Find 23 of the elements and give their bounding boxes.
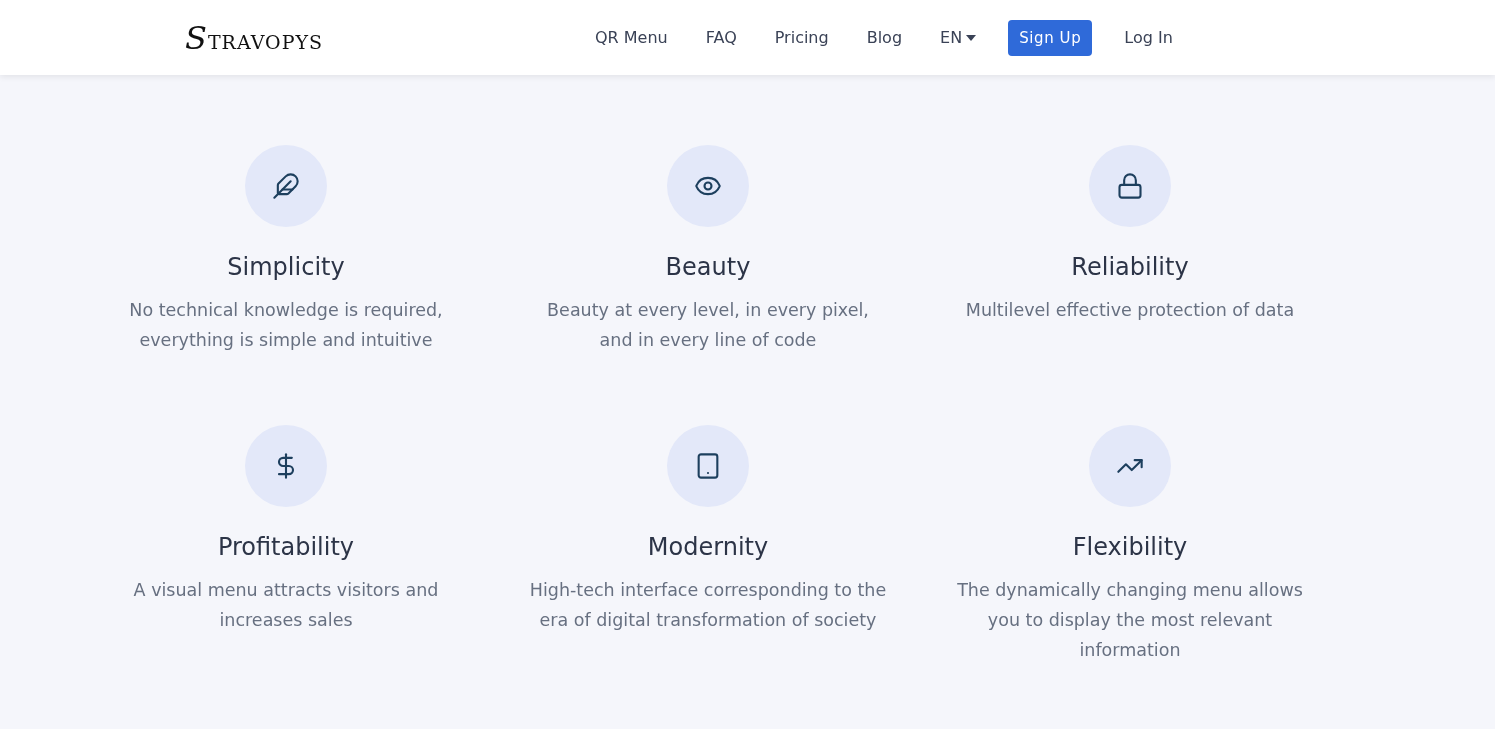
nav-link[interactable]: FAQ	[699, 24, 743, 51]
nav-link[interactable]: Log In	[1118, 24, 1179, 51]
lock-icon	[1116, 172, 1144, 200]
feature-title: Reliability	[1071, 253, 1189, 281]
sign-up-button[interactable]: Sign Up	[1008, 19, 1093, 56]
feature-title: Modernity	[647, 533, 769, 561]
nav-link[interactable]: QR Menu	[589, 24, 674, 51]
feature-description: A visual menu attracts visitors and increases sales	[132, 579, 440, 632]
caret-icon	[966, 34, 977, 41]
nav-link[interactable]: Pricing	[768, 24, 835, 51]
feather-icon	[272, 172, 300, 200]
feature-title: Flexibility	[1072, 533, 1188, 561]
feature-description: Multilevel effective protection of data	[965, 299, 1295, 322]
feature-description: No technical knowledge is required, everything is simple and intuitive	[128, 299, 444, 352]
feature-description: High-tech interface corresponding to the era of digital transformation of society	[528, 579, 888, 632]
logo[interactable]: STRAVOPYS	[185, 18, 589, 57]
nav-link[interactable]: Blog	[860, 24, 909, 51]
language-dropdown[interactable]: EN	[934, 24, 983, 51]
feature-title: Simplicity	[227, 253, 345, 281]
feature-description: Beauty at every level, in every pixel, and in every line of code	[546, 299, 870, 352]
feature-title: Beauty	[665, 253, 751, 281]
feature-description: The dynamically changing menu allows you to display the most relevant information	[956, 579, 1304, 662]
feature-title: Profitability	[217, 533, 355, 561]
